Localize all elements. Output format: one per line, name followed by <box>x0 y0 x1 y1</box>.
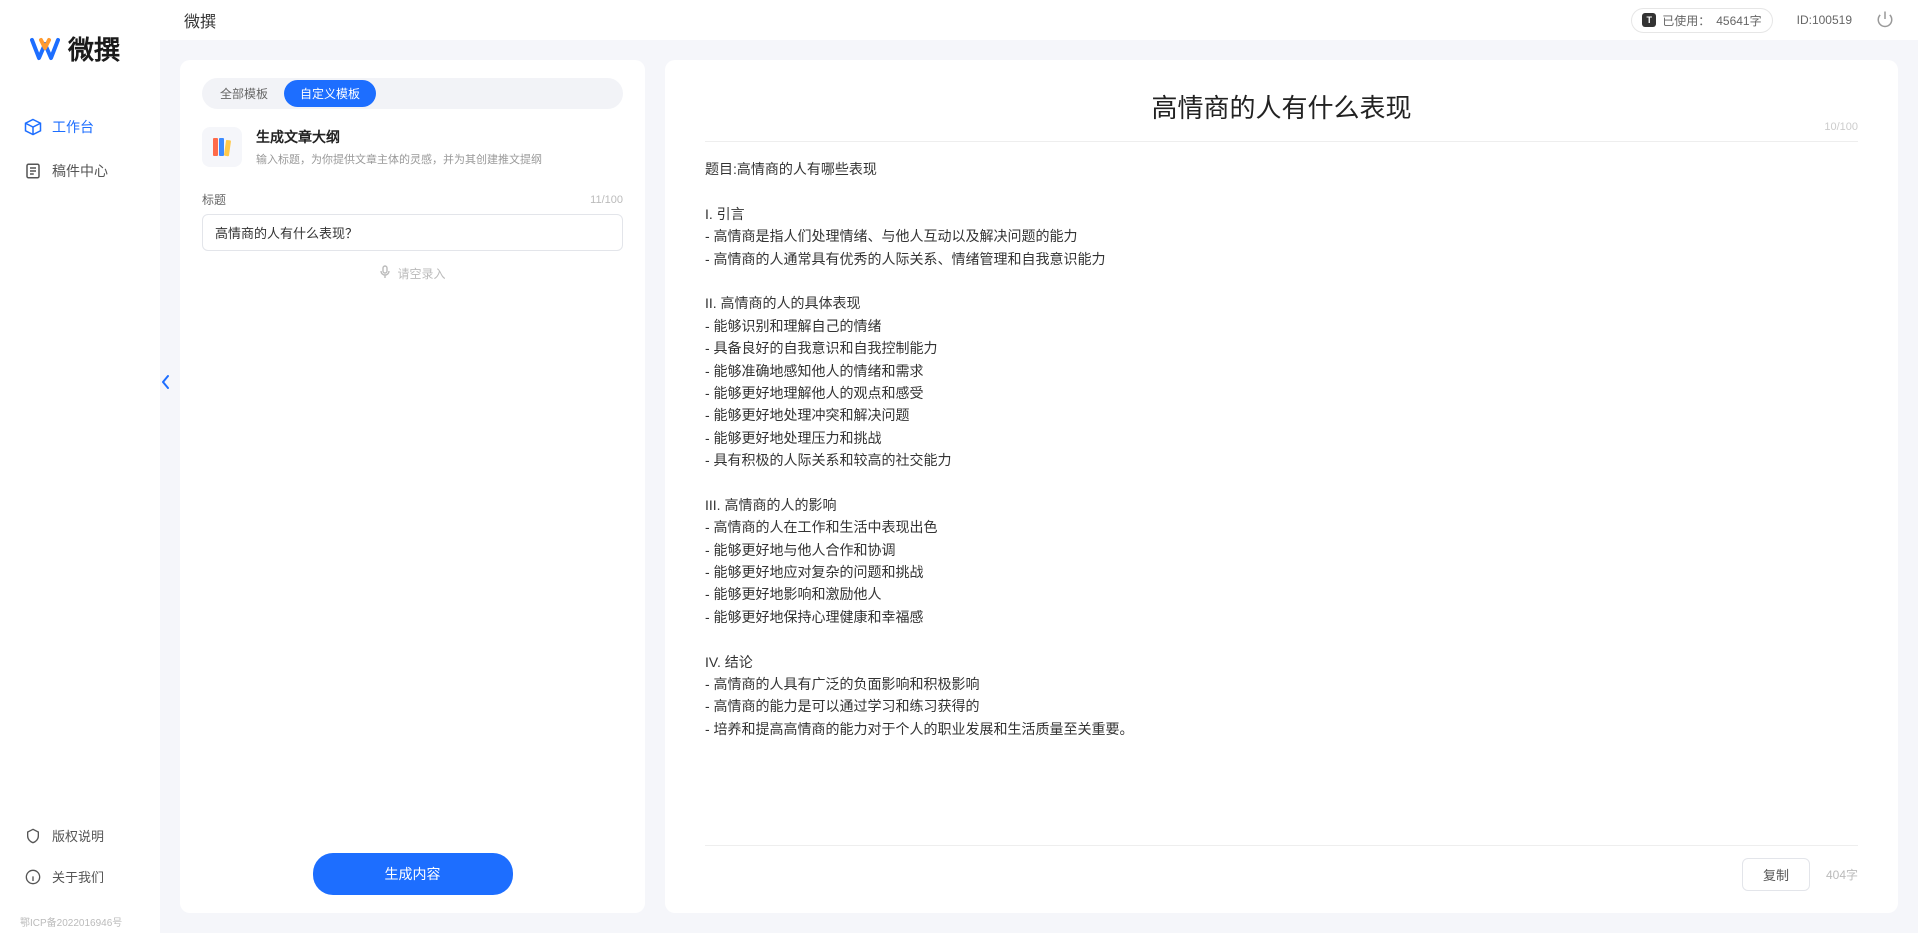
text-count-icon: T <box>1642 13 1656 27</box>
generate-button[interactable]: 生成内容 <box>313 853 513 895</box>
sidebar-item-label: 关于我们 <box>52 867 104 886</box>
mic-icon <box>379 265 391 282</box>
sidebar-item-label: 稿件中心 <box>52 161 108 181</box>
template-desc: 输入标题，为你提供文章主体的灵感，并为其创建推文提纲 <box>256 151 542 167</box>
sidebar-item-label: 版权说明 <box>52 826 104 845</box>
page-title: 微撰 <box>184 8 216 32</box>
user-id: ID:100519 <box>1797 13 1852 27</box>
template-tabs: 全部模板 自定义模板 <box>202 78 623 109</box>
sidebar: 微撰 工作台 稿件中心 版权说明 <box>0 0 160 933</box>
output-panel: 高情商的人有什么表现 10/100 题目:高情商的人有哪些表现 I. 引言 - … <box>665 60 1898 913</box>
content: 全部模板 自定义模板 生成文章大纲 输入标题，为你提供文章主体的灵感，并为其创建… <box>160 40 1918 933</box>
left-panel: 全部模板 自定义模板 生成文章大纲 输入标题，为你提供文章主体的灵感，并为其创建… <box>180 60 645 913</box>
usage-badge: T 已使用： 45641字 <box>1631 8 1772 33</box>
template-title: 生成文章大纲 <box>256 127 542 147</box>
sidebar-collapse-handle[interactable] <box>160 370 170 394</box>
logo-text: 微撰 <box>68 30 120 67</box>
voice-input-hint[interactable]: 请空录入 <box>202 265 623 282</box>
sidebar-bottom: 版权说明 关于我们 <box>0 816 160 910</box>
output-title-count: 10/100 <box>1824 121 1858 133</box>
output-body[interactable]: 题目:高情商的人有哪些表现 I. 引言 - 高情商是指人们处理情绪、与他人互动以… <box>705 158 1858 833</box>
template-card: 生成文章大纲 输入标题，为你提供文章主体的灵感，并为其创建推文提纲 <box>202 127 623 167</box>
power-icon[interactable] <box>1876 10 1894 31</box>
topbar: 微撰 T 已使用： 45641字 ID:100519 <box>160 0 1918 40</box>
nav: 工作台 稿件中心 <box>0 107 160 816</box>
logo: 微撰 <box>0 30 160 107</box>
title-field-label: 标题 <box>202 191 226 208</box>
icp-text: 鄂ICP备2022016946号 <box>0 910 160 933</box>
tab-all-templates[interactable]: 全部模板 <box>204 80 284 107</box>
template-books-icon <box>202 127 242 167</box>
sidebar-item-label: 工作台 <box>52 117 94 137</box>
sidebar-item-workspace[interactable]: 工作台 <box>12 107 148 147</box>
doc-icon <box>24 162 42 180</box>
title-field-count: 11/100 <box>590 194 623 206</box>
main: 微撰 T 已使用： 45641字 ID:100519 全部模板 <box>160 0 1918 933</box>
usage-label: 已使用： <box>1662 12 1710 29</box>
tab-custom-templates[interactable]: 自定义模板 <box>284 80 376 107</box>
sidebar-item-drafts[interactable]: 稿件中心 <box>12 151 148 191</box>
output-title[interactable]: 高情商的人有什么表现 <box>705 88 1858 125</box>
output-word-count: 404字 <box>1826 866 1858 883</box>
info-icon <box>24 868 42 886</box>
cube-icon <box>24 118 42 136</box>
shield-icon <box>24 827 42 845</box>
logo-icon <box>30 34 60 64</box>
sidebar-item-copyright[interactable]: 版权说明 <box>12 816 148 855</box>
title-input[interactable] <box>202 214 623 251</box>
usage-value: 45641字 <box>1716 12 1761 29</box>
copy-button[interactable]: 复制 <box>1742 858 1810 891</box>
sidebar-item-about[interactable]: 关于我们 <box>12 857 148 896</box>
